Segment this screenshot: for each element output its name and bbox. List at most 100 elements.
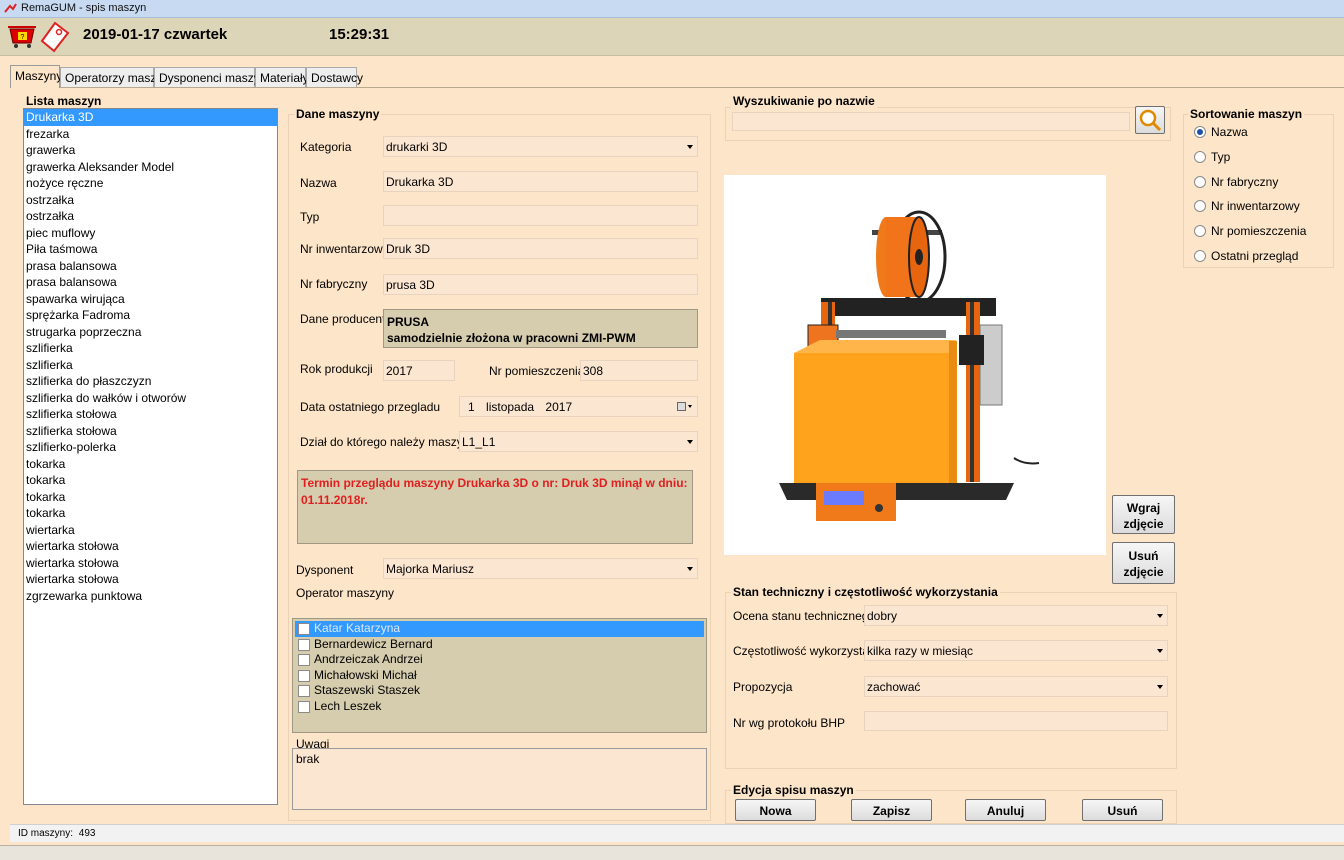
operators-checklist[interactable]: Katar Katarzyna Bernardewicz Bernard Andrz… <box>292 618 707 733</box>
operator-checkbox[interactable] <box>298 700 310 713</box>
operator-item[interactable]: Lech Leszek <box>295 699 704 715</box>
machine-list-item[interactable]: zgrzewarka punktowa <box>24 588 277 605</box>
proposal-select[interactable]: zachować <box>864 676 1168 697</box>
operator-item[interactable]: Katar Katarzyna <box>295 621 704 637</box>
sort-option[interactable]: Nr fabryczny <box>1194 174 1334 199</box>
machine-list-item[interactable]: wiertarka stołowa <box>24 571 277 588</box>
machine-list-item[interactable]: wiertarka stołowa <box>24 538 277 555</box>
type-field[interactable] <box>383 205 698 226</box>
machine-list-item[interactable]: grawerka Aleksander Model <box>24 159 277 176</box>
notes-textarea[interactable]: brak <box>292 748 707 810</box>
machine-list-item[interactable]: ostrzałka <box>24 208 277 225</box>
dispatcher-select[interactable]: Majorka Mariusz <box>383 558 698 579</box>
operator-checkbox[interactable] <box>298 685 310 697</box>
radio-button[interactable] <box>1194 175 1206 188</box>
tab-dostawcy[interactable]: Dostawcy <box>306 67 363 87</box>
rating-label: Ocena stanu technicznego <box>733 609 876 623</box>
radio-button[interactable] <box>1194 126 1206 138</box>
sort-option-label: Nazwa <box>1211 125 1248 139</box>
save-button[interactable]: Zapisz <box>851 799 932 821</box>
machine-list-item[interactable]: Piła taśmowa <box>24 241 277 258</box>
machine-list-item[interactable]: prasa balansowa <box>24 258 277 275</box>
machine-list-item[interactable]: tokarka <box>24 472 277 489</box>
machine-list-item[interactable]: szlifierko-polerka <box>24 439 277 456</box>
upload-photo-button[interactable]: Wgraj zdjęcie <box>1112 495 1175 534</box>
machine-list-item[interactable]: szlifierka <box>24 340 277 357</box>
operator-checkbox[interactable] <box>298 669 310 682</box>
operator-checkbox[interactable] <box>298 638 310 651</box>
tab-materialy[interactable]: Materiały <box>255 67 309 87</box>
operators-label: Operator maszyny <box>296 586 395 600</box>
app-icon <box>4 3 17 13</box>
search-button[interactable] <box>1135 106 1165 134</box>
machine-list-item[interactable]: szlifierka do płaszczyzn <box>24 373 277 390</box>
frequency-select[interactable]: kilka razy w miesiąc <box>864 640 1168 661</box>
sorting-label: Sortowanie maszyn <box>1188 107 1305 121</box>
machine-list-item[interactable]: prasa balansowa <box>24 274 277 291</box>
sort-option[interactable]: Ostatni przegląd <box>1194 248 1334 273</box>
machine-list-item[interactable]: tokarka <box>24 489 277 506</box>
machine-list-item[interactable]: spawarka wirująca <box>24 291 277 308</box>
new-button[interactable]: Nowa <box>735 799 816 821</box>
tag-icon[interactable] <box>40 21 70 53</box>
machine-list-item[interactable]: tokarka <box>24 456 277 473</box>
sort-option[interactable]: Nr pomieszczenia <box>1194 223 1334 248</box>
operator-item[interactable]: Bernardewicz Bernard <box>295 637 704 653</box>
sort-option-label: Nr pomieszczenia <box>1211 224 1307 239</box>
room-field[interactable]: 308 <box>580 360 698 381</box>
tab-operatorzy[interactable]: Operatorzy maszyn <box>60 67 169 87</box>
sort-option[interactable]: Nazwa <box>1194 124 1334 149</box>
operator-checkbox[interactable] <box>298 623 310 635</box>
sort-option[interactable]: Typ <box>1194 149 1334 174</box>
machine-list-item[interactable]: Drukarka 3D <box>24 109 277 126</box>
year-field[interactable]: 2017 <box>383 360 455 381</box>
machine-list-item[interactable]: sprężarka Fadroma <box>24 307 277 324</box>
producer-field[interactable]: PRUSA samodzielnie złożona w pracowni ZM… <box>383 309 698 348</box>
type-label: Typ <box>300 210 320 224</box>
tab-dysponenci[interactable]: Dysponenci maszyn <box>154 67 266 87</box>
search-input[interactable] <box>732 112 1130 131</box>
machine-list-item[interactable]: nożyce ręczne <box>24 175 277 192</box>
machine-list-item[interactable]: piec muflowy <box>24 225 277 242</box>
sorting-options: Nazwa Typ Nr fabryczny Nr inwentarzowy Nr po… <box>1194 124 1334 266</box>
machine-list-item[interactable]: szlifierka do wałków i otworów <box>24 390 277 407</box>
machine-list-item[interactable]: szlifierka <box>24 357 277 374</box>
machine-list-item[interactable]: ostrzałka <box>24 192 277 209</box>
machine-list-item[interactable]: wiertarka <box>24 522 277 539</box>
cancel-button[interactable]: Anuluj <box>965 799 1046 821</box>
sort-option[interactable]: Nr inwentarzowy <box>1194 198 1334 223</box>
radio-button[interactable] <box>1194 225 1206 238</box>
machine-list-item[interactable]: szlifierka stołowa <box>24 423 277 440</box>
dept-select[interactable]: L1_L1 <box>459 431 698 452</box>
3d-printer-image <box>779 210 1040 521</box>
inventory-field[interactable]: Druk 3D <box>383 238 698 259</box>
radio-button[interactable] <box>1194 150 1206 163</box>
operator-item[interactable]: Michałowski Michał <box>295 668 704 684</box>
inspection-year: 2017 <box>545 400 573 414</box>
machine-listbox[interactable]: Drukarka 3D frezarka grawerka grawerka Alek… <box>23 108 278 805</box>
bhp-field[interactable] <box>864 711 1168 731</box>
radio-button[interactable] <box>1194 200 1206 213</box>
operator-item[interactable]: Staszewski Staszek <box>295 683 704 699</box>
dept-label: Dział do którego należy maszyna <box>300 435 477 449</box>
operator-checkbox[interactable] <box>298 654 310 666</box>
calendar-icon[interactable] <box>677 402 693 412</box>
dropdown-arrow-icon <box>687 440 693 444</box>
name-field[interactable]: Drukarka 3D <box>383 171 698 192</box>
machine-list-item[interactable]: strugarka poprzeczna <box>24 324 277 341</box>
machine-list-item[interactable]: szlifierka stołowa <box>24 406 277 423</box>
factory-field[interactable]: prusa 3D <box>383 274 698 295</box>
machine-list-item[interactable]: frezarka <box>24 126 277 143</box>
machine-list-item[interactable]: tokarka <box>24 505 277 522</box>
delete-photo-button[interactable]: Usuń zdjęcie <box>1112 542 1175 584</box>
machine-list-item[interactable]: grawerka <box>24 142 277 159</box>
category-select[interactable]: drukarki 3D <box>383 136 698 157</box>
rating-select[interactable]: dobry <box>864 605 1168 626</box>
inspection-date-picker[interactable]: 1 listopada 2017 <box>459 396 698 417</box>
delete-button[interactable]: Usuń <box>1082 799 1163 821</box>
machine-list-item[interactable]: wiertarka stołowa <box>24 555 277 572</box>
operator-item[interactable]: Andrzeiczak Andrzei <box>295 652 704 668</box>
tab-maszyny[interactable]: Maszyny <box>10 65 62 88</box>
cart-icon[interactable]: ? <box>7 24 37 50</box>
radio-button[interactable] <box>1194 249 1206 262</box>
